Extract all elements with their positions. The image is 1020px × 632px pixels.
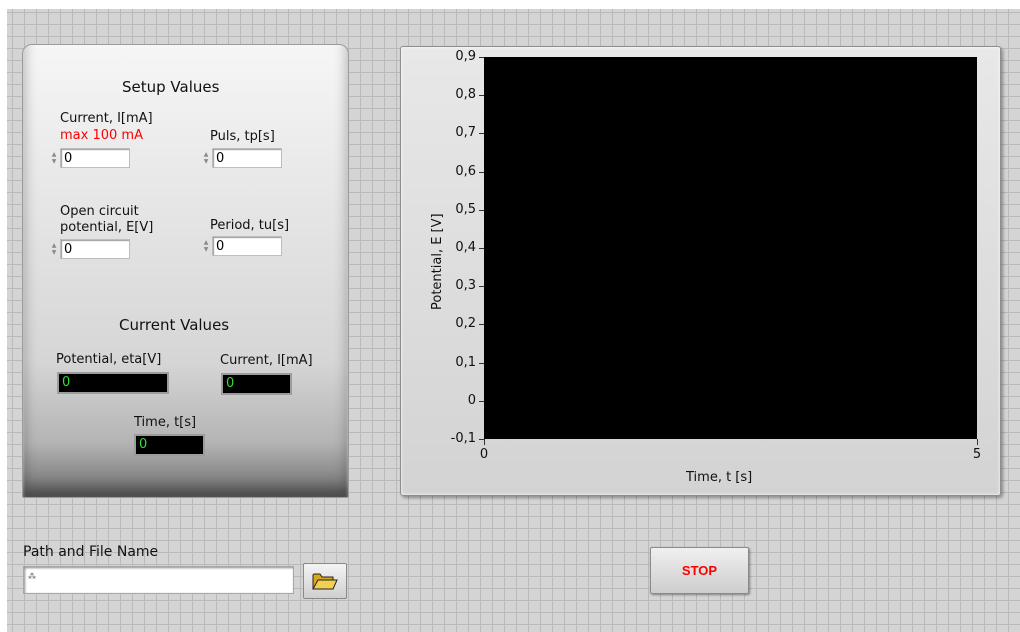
- period-input[interactable]: 0: [212, 236, 282, 256]
- x-tick-mark: [977, 439, 978, 445]
- y-tick-mark: [479, 362, 484, 364]
- spin-up-icon[interactable]: ▲: [52, 151, 57, 158]
- x-axis-title: Time, t [s]: [686, 470, 753, 485]
- x-tick-mark: [484, 439, 485, 445]
- current-control: ▲ ▼ 0: [49, 147, 130, 169]
- current-input[interactable]: 0: [60, 148, 130, 168]
- y-tick-label: 0,8: [455, 87, 476, 103]
- ocp-control: ▲ ▼ 0: [49, 238, 130, 260]
- spin-down-icon[interactable]: ▼: [52, 158, 57, 165]
- y-tick-label: 0,9: [455, 49, 476, 64]
- spin-down-icon[interactable]: ▼: [204, 158, 209, 165]
- path-label: Path and File Name: [23, 544, 159, 560]
- spin-down-icon[interactable]: ▼: [204, 246, 209, 253]
- y-tick-label: 0: [467, 392, 476, 408]
- y-axis-title: Potential, E [V]: [430, 213, 445, 310]
- y-tick-mark: [479, 95, 484, 97]
- current-max-note: max 100 mA: [60, 128, 143, 143]
- x-tick-label: 5: [972, 447, 982, 462]
- puls-label: Puls, tp[s]: [210, 129, 275, 144]
- path-input[interactable]: ⁂: [23, 566, 294, 594]
- period-control: ▲ ▼ 0: [201, 235, 282, 257]
- stop-button[interactable]: STOP: [650, 547, 749, 594]
- y-tick-mark: [479, 133, 484, 135]
- y-tick-label: 0,7: [455, 125, 476, 141]
- spin-up-icon[interactable]: ▲: [52, 242, 57, 249]
- plot-area[interactable]: [484, 57, 977, 439]
- ocp-input[interactable]: 0: [60, 239, 130, 259]
- path-icon: ⁂: [28, 572, 36, 581]
- potential-label: Potential, eta[V]: [56, 352, 162, 367]
- ocp-label-line1: Open circuit: [60, 204, 139, 219]
- period-spinner[interactable]: ▲ ▼: [201, 236, 211, 256]
- y-tick-mark: [479, 171, 484, 173]
- y-tick-label: 0,6: [455, 163, 476, 179]
- y-tick-mark: [479, 57, 484, 58]
- potential-indicator: 0: [57, 372, 169, 394]
- y-tick-mark: [479, 248, 484, 249]
- y-tick-label: -0,1: [450, 431, 476, 446]
- current-indicator-label: Current, I[mA]: [220, 353, 313, 368]
- puls-input[interactable]: 0: [212, 148, 282, 168]
- ocp-spinner[interactable]: ▲ ▼: [49, 239, 59, 259]
- window-edge-top: [0, 0, 1020, 9]
- spin-up-icon[interactable]: ▲: [204, 151, 209, 158]
- y-tick-label: 0,1: [455, 354, 476, 370]
- window-edge-left: [0, 0, 7, 632]
- y-tick-mark: [479, 400, 484, 402]
- y-tick-label: 0,2: [455, 316, 476, 332]
- current-label: Current, I[mA]: [60, 111, 153, 126]
- ocp-label-line2: potential, E[V]: [60, 220, 154, 235]
- spin-down-icon[interactable]: ▼: [52, 249, 57, 256]
- x-tick-label: 0: [479, 447, 489, 462]
- y-tick-mark: [479, 286, 484, 288]
- browse-button[interactable]: [303, 563, 347, 599]
- time-indicator: 0: [134, 434, 205, 456]
- time-label: Time, t[s]: [134, 415, 197, 430]
- spin-up-icon[interactable]: ▲: [204, 239, 209, 246]
- puls-control: ▲ ▼ 0: [201, 147, 282, 169]
- y-tick-mark: [479, 324, 484, 326]
- period-label: Period, tu[s]: [210, 218, 290, 233]
- puls-spinner[interactable]: ▲ ▼: [201, 148, 211, 168]
- current-values-title: Current Values: [119, 316, 230, 334]
- setup-values-title: Setup Values: [122, 78, 220, 96]
- y-tick-mark: [479, 209, 484, 211]
- current-indicator: 0: [221, 373, 292, 395]
- current-spinner[interactable]: ▲ ▼: [49, 148, 59, 168]
- folder-open-icon: [312, 573, 338, 590]
